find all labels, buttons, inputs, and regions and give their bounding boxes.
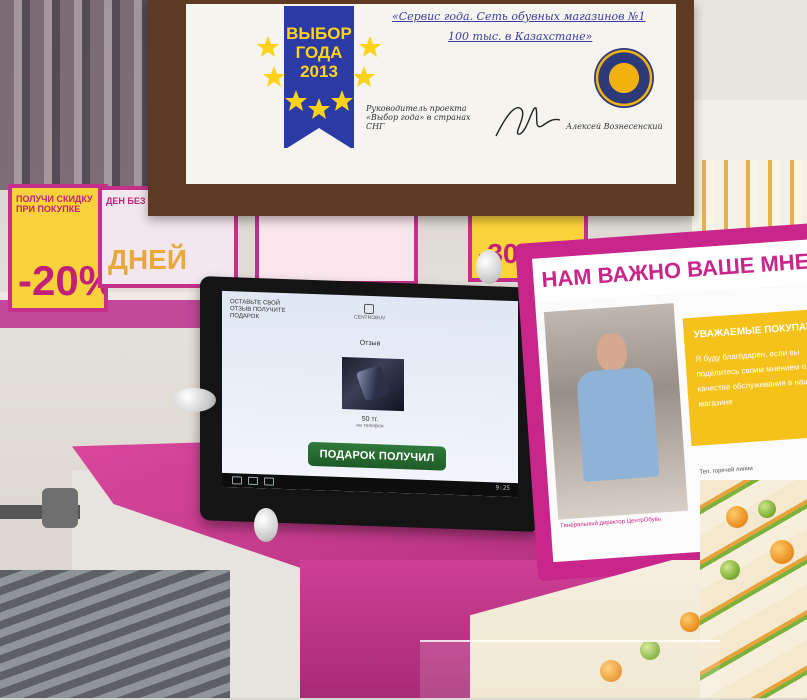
sign-message-box: УВАЖАЕМЫЕ ПОКУПАТЕЛИ! Я буду благодарен,… bbox=[682, 308, 807, 447]
sale-card-value: -20% bbox=[18, 257, 108, 304]
certificate-line-1: «Сервис года. Сеть обувных магазинов №1 bbox=[392, 10, 646, 23]
certificate-line-2: 100 тыс. в Казахстане» bbox=[448, 30, 593, 43]
green-fruit-icon bbox=[720, 560, 740, 580]
orange-fruit-icon bbox=[680, 612, 700, 632]
clock: 9:25 bbox=[495, 484, 510, 492]
security-tag bbox=[254, 508, 278, 542]
gift-received-button[interactable]: ПОДАРОК ПОЛУЧИЛ bbox=[308, 441, 446, 471]
certificate-signer: Алексей Вознесенский bbox=[566, 122, 663, 131]
sale-card-value: ДНЕЙ bbox=[108, 244, 187, 275]
sign-caption: Генеральный директор ЦентрОбувь bbox=[560, 516, 662, 530]
android-navbar: 9:25 bbox=[222, 472, 518, 498]
sale-card-bags bbox=[255, 205, 418, 285]
orange-fruit-icon bbox=[726, 506, 748, 528]
tablet-screen: ОСТАВЬТЕ СВОЙ ОТЗЫВ ПОЛУЧИТЕ ПОДАРОК CEN… bbox=[222, 290, 518, 498]
product-photo bbox=[342, 357, 404, 412]
back-icon[interactable] bbox=[232, 476, 242, 485]
manager-photo bbox=[543, 303, 689, 520]
certificate-signature-title: Руководитель проекта «Выбор года» в стра… bbox=[366, 104, 471, 131]
brand-logo: CENTROBUV bbox=[354, 303, 386, 322]
security-tag bbox=[172, 388, 216, 412]
sale-card-text: ПОЛУЧИ СКИДКУ ПРИ ПОКУПКЕ bbox=[16, 194, 93, 214]
certificate-frame: ВЫБОР ГОДА 2013 «Сервис года. Сеть обувн… bbox=[148, 0, 694, 216]
display-drawers bbox=[0, 570, 230, 698]
certificate-seal-icon bbox=[594, 48, 654, 108]
logo-icon bbox=[364, 303, 374, 315]
sign-message-body: Я буду благодарен, если вы поделитесь св… bbox=[695, 347, 807, 409]
handwritten-signature-icon bbox=[495, 107, 561, 137]
sign-headline: НАМ ВАЖНО ВАШЕ МНЕНИЕ bbox=[532, 239, 807, 303]
security-tag bbox=[476, 250, 502, 284]
home-icon[interactable] bbox=[248, 476, 258, 486]
orange-fruit-icon bbox=[770, 540, 794, 564]
recent-apps-icon[interactable] bbox=[264, 477, 274, 486]
screen-title: Отзыв bbox=[359, 339, 381, 348]
feedback-tablet: ОСТАВЬТЕ СВОЙ ОТЗЫВ ПОЛУЧИТЕ ПОДАРОК CEN… bbox=[200, 276, 540, 532]
counter-knob bbox=[42, 488, 78, 528]
reward-price: 50 тг. на телефон bbox=[222, 411, 518, 434]
sign-footer: Тел. горячей линии bbox=[699, 465, 754, 476]
sign-message-title: УВАЖАЕМЫЕ ПОКУПАТЕЛИ! bbox=[693, 319, 807, 341]
sale-card-discount: ПОЛУЧИ СКИДКУ ПРИ ПОКУПКЕ -20% bbox=[8, 184, 108, 312]
logo-text: CENTROBUV bbox=[354, 314, 386, 322]
hanging-merchandise-rack bbox=[0, 0, 160, 190]
green-fruit-icon bbox=[758, 500, 776, 518]
screen-header: ОСТАВЬТЕ СВОЙ ОТЗЫВ ПОЛУЧИТЕ ПОДАРОК bbox=[230, 299, 286, 321]
certificate: ВЫБОР ГОДА 2013 «Сервис года. Сеть обувн… bbox=[186, 4, 676, 184]
acrylic-holder bbox=[420, 640, 720, 700]
